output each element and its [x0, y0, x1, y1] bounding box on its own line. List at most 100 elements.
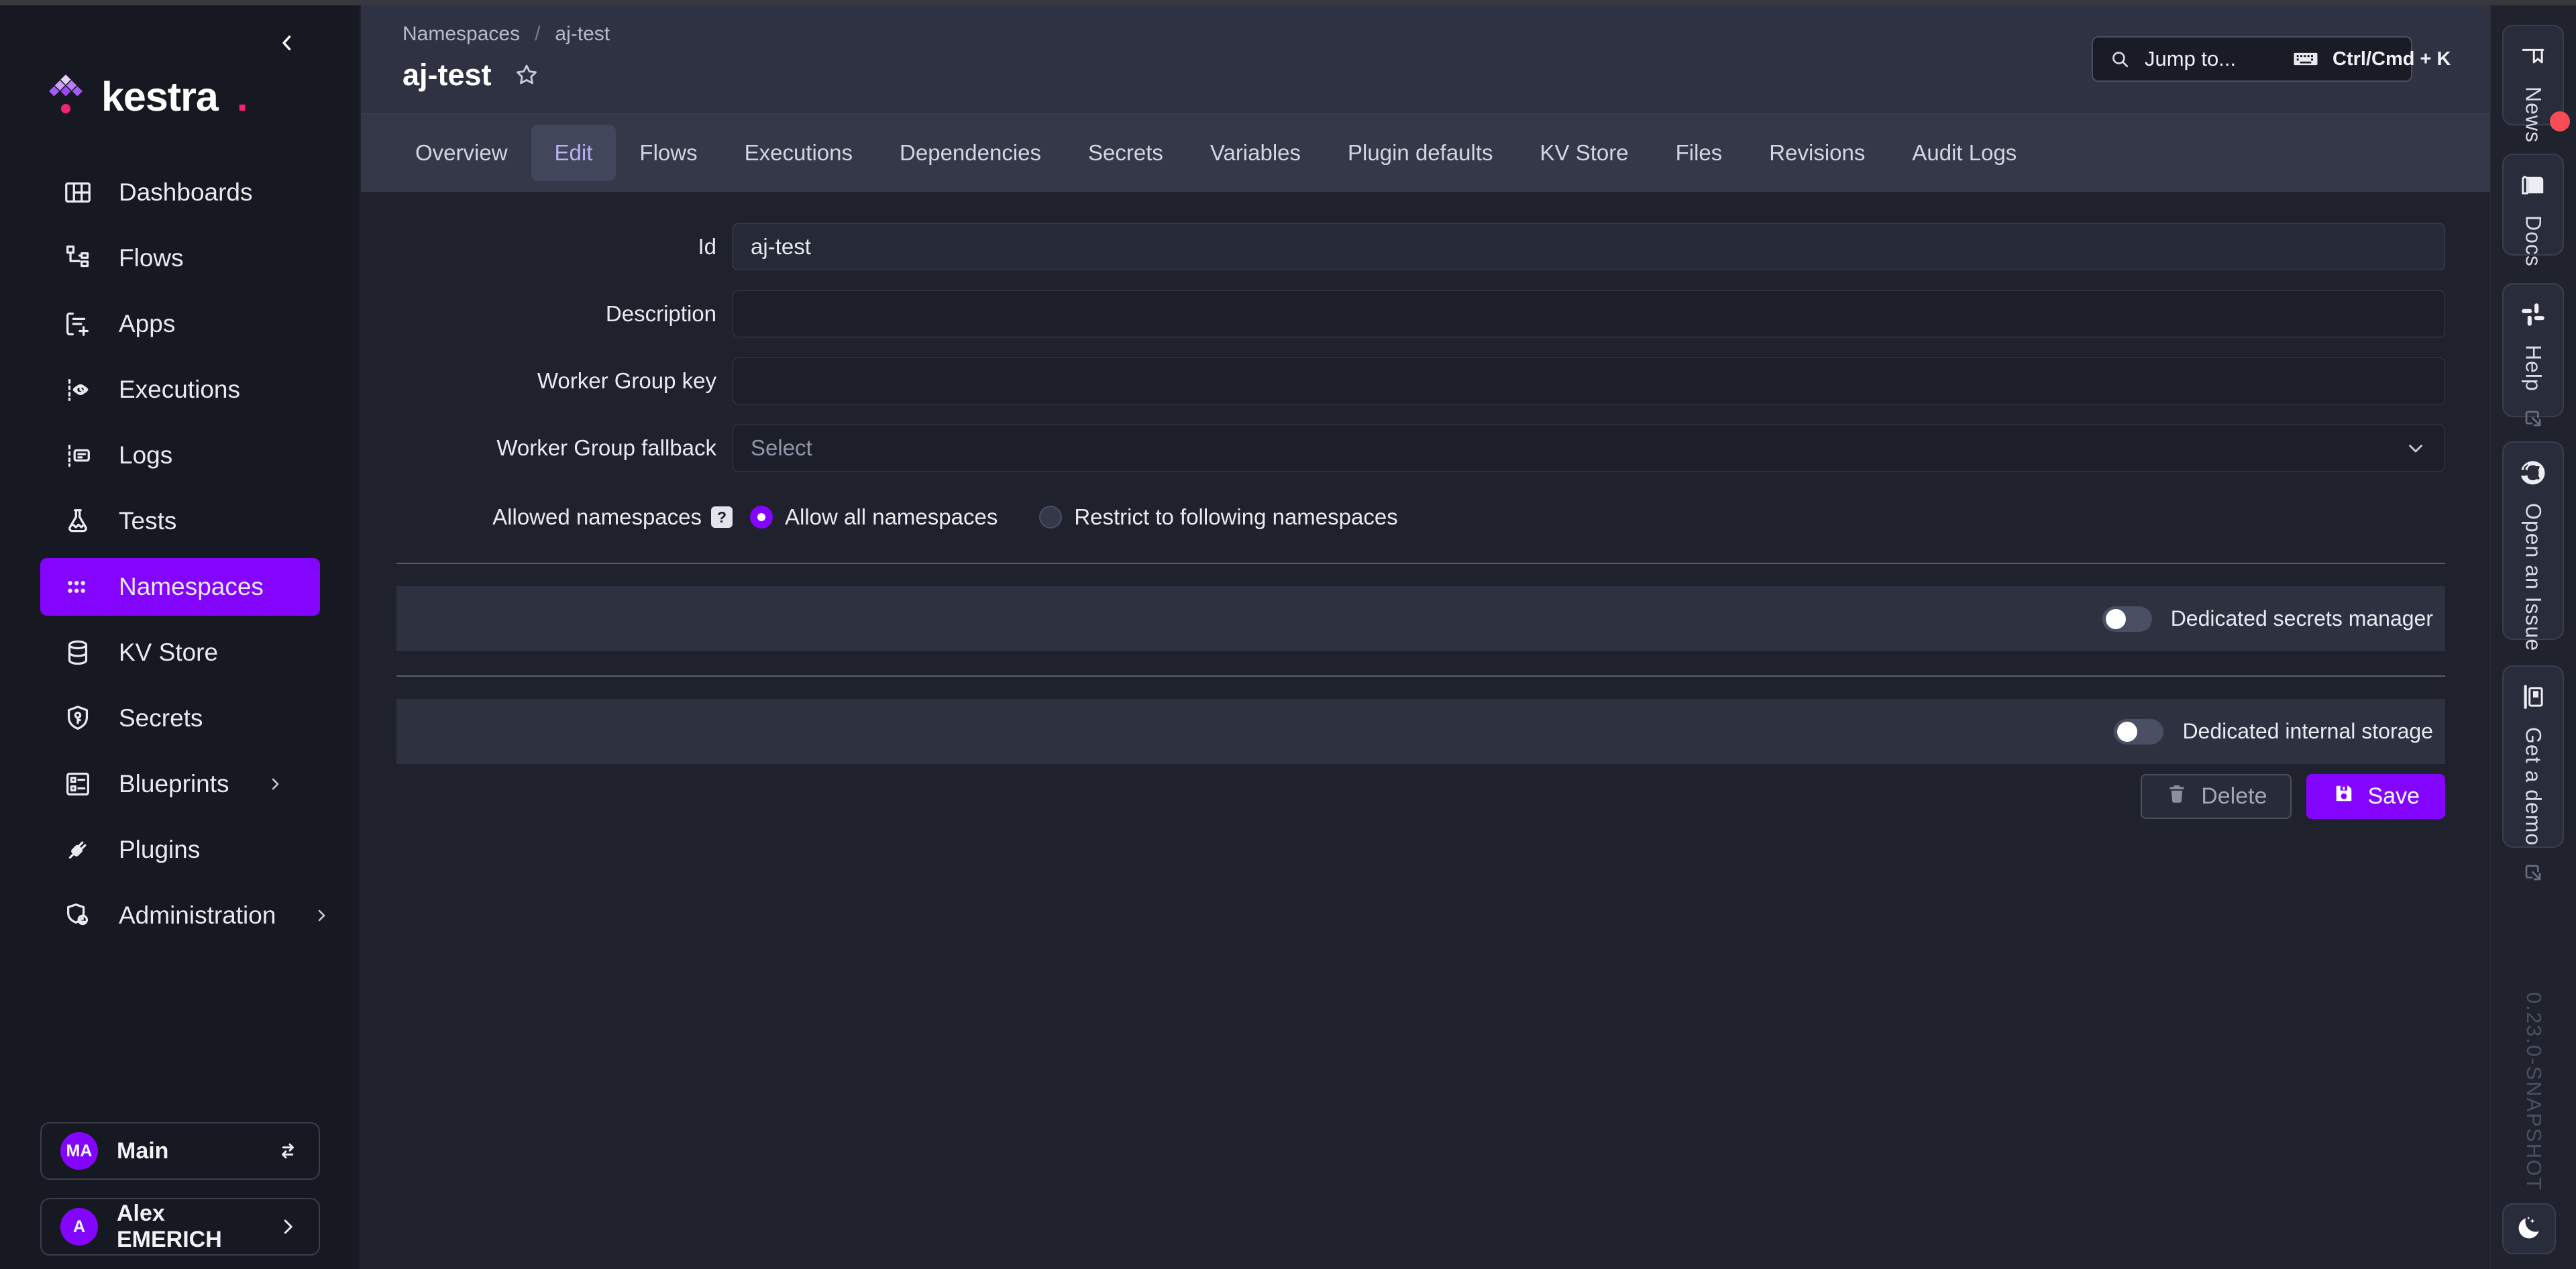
tab-flows[interactable]: Flows: [616, 125, 720, 181]
sidebar-item-apps[interactable]: Apps: [40, 295, 320, 353]
kestra-logo-icon: [49, 74, 83, 120]
secrets-icon: [62, 703, 93, 734]
section-divider: [396, 563, 2445, 564]
radio-restrict-namespaces[interactable]: Restrict to following namespaces: [1039, 504, 1397, 530]
tenant-switcher[interactable]: MA Main: [40, 1122, 320, 1180]
rail-help-button[interactable]: Help: [2502, 283, 2564, 417]
rail-docs-button[interactable]: Docs: [2502, 154, 2564, 256]
sidebar-item-administration[interactable]: Administration: [40, 887, 320, 944]
title-row: aj-test: [402, 58, 540, 93]
id-field[interactable]: [751, 234, 2427, 260]
sidebar-item-secrets[interactable]: Secrets: [40, 689, 320, 747]
delete-button[interactable]: Delete: [2141, 774, 2291, 819]
radio-allow-all-namespaces[interactable]: Allow all namespaces: [750, 504, 998, 530]
sidebar-item-blueprints[interactable]: Blueprints: [40, 755, 320, 813]
tab-variables[interactable]: Variables: [1187, 125, 1324, 181]
moon-icon: [2514, 1213, 2544, 1245]
tab-executions[interactable]: Executions: [721, 125, 876, 181]
search-icon: [2109, 48, 2131, 70]
id-field-wrap: [733, 223, 2445, 270]
sidebar-item-kv-store[interactable]: KV Store: [40, 624, 320, 681]
chevron-right-icon: [276, 1215, 300, 1239]
radio-selected-icon: [750, 506, 773, 529]
sidebar-collapse-button[interactable]: [270, 25, 305, 60]
dashboards-icon: [62, 177, 93, 208]
form-row-id: Id: [396, 223, 2445, 270]
sidebar-item-tests[interactable]: Tests: [40, 492, 320, 550]
dedicated-secrets-manager-label: Dedicated secrets manager: [2171, 606, 2433, 631]
kv-store-icon: [62, 637, 93, 668]
theme-toggle-button[interactable]: [2502, 1203, 2556, 1254]
chevron-left-icon: [276, 32, 299, 54]
external-link-icon: [2522, 862, 2544, 883]
sidebar-item-executions[interactable]: Executions: [40, 361, 320, 419]
tab-files[interactable]: Files: [1652, 125, 1746, 181]
form-row-worker-group-fallback: Worker Group fallback Select: [396, 425, 2445, 472]
sidebar-item-label: KV Store: [119, 639, 218, 667]
allowed-namespaces-label: Allowed namespaces: [492, 504, 702, 530]
breadcrumb-current[interactable]: aj-test: [555, 23, 610, 46]
sidebar-item-logs[interactable]: Logs: [40, 427, 320, 484]
description-label: Description: [396, 301, 733, 327]
rail-get-demo-label: Get a demo: [2521, 727, 2546, 846]
delete-button-label: Delete: [2201, 783, 2267, 810]
tab-overview[interactable]: Overview: [392, 125, 531, 181]
sidebar-item-label: Namespaces: [119, 573, 264, 601]
namespaces-icon: [62, 571, 93, 602]
sidebar-item-label: Executions: [119, 376, 240, 404]
sidebar-item-flows[interactable]: Flows: [40, 229, 320, 287]
apps-icon: [62, 309, 93, 339]
sidebar-item-namespaces[interactable]: Namespaces: [40, 558, 320, 616]
executions-icon: [62, 374, 93, 405]
user-label: Alex EMERICH: [117, 1201, 257, 1253]
rail-news-label: News: [2521, 87, 2546, 143]
search-input[interactable]: [2145, 47, 2279, 71]
dedicated-secrets-manager-toggle[interactable]: [2102, 606, 2152, 632]
user-menu[interactable]: A Alex EMERICH: [40, 1198, 320, 1256]
sidebar-item-label: Administration: [119, 901, 276, 930]
sidebar-item-plugins[interactable]: Plugins: [40, 821, 320, 879]
worker-group-fallback-label: Worker Group fallback: [396, 435, 733, 461]
tab-revisions[interactable]: Revisions: [1746, 125, 1888, 181]
tab-dependencies[interactable]: Dependencies: [876, 125, 1065, 181]
save-icon: [2332, 781, 2356, 812]
app-root: kestra. Dashboards Flows Apps Executions: [0, 0, 2576, 1269]
tab-secrets[interactable]: Secrets: [1065, 125, 1187, 181]
star-icon[interactable]: [513, 62, 540, 89]
worker-group-key-field[interactable]: [751, 368, 2427, 394]
tab-edit[interactable]: Edit: [531, 125, 616, 181]
page-header: Namespaces / aj-test aj-test Ctrl/Cmd + …: [361, 5, 2490, 113]
sidebar-item-dashboards[interactable]: Dashboards: [40, 164, 320, 221]
worker-group-fallback-select[interactable]: Select: [733, 425, 2445, 472]
rail-help-label: Help: [2521, 345, 2546, 392]
sidebar-item-label: Plugins: [119, 836, 200, 864]
swap-icon: [276, 1139, 300, 1163]
tab-plugin-defaults[interactable]: Plugin defaults: [1324, 125, 1516, 181]
edit-form: Id Description Worker Group key Worker G…: [361, 192, 2490, 1269]
breadcrumb-namespaces[interactable]: Namespaces: [402, 23, 520, 46]
rail-news-button[interactable]: News: [2502, 25, 2564, 125]
rail-open-issue-button[interactable]: Open an Issue: [2502, 441, 2564, 640]
rail-open-issue-label: Open an Issue: [2521, 503, 2546, 651]
help-icon[interactable]: ?: [711, 506, 733, 528]
flows-icon: [62, 243, 93, 274]
rail-get-demo-button[interactable]: Get a demo: [2502, 665, 2564, 848]
save-button[interactable]: Save: [2306, 774, 2446, 819]
radio-label: Restrict to following namespaces: [1074, 504, 1397, 530]
tests-icon: [62, 506, 93, 537]
sidebar-item-label: Dashboards: [119, 178, 253, 207]
rail-docs-label: Docs: [2521, 215, 2546, 267]
kestra-logo[interactable]: kestra.: [49, 72, 248, 121]
description-field[interactable]: [751, 301, 2427, 327]
id-label: Id: [396, 234, 733, 260]
tab-kv-store[interactable]: KV Store: [1517, 125, 1652, 181]
tab-audit-logs[interactable]: Audit Logs: [1888, 125, 2040, 181]
dedicated-internal-storage-toggle[interactable]: [2114, 719, 2163, 744]
sidebar: kestra. Dashboards Flows Apps Executions: [0, 5, 360, 1269]
breadcrumb: Namespaces / aj-test: [402, 23, 610, 46]
global-search[interactable]: Ctrl/Cmd + K: [2092, 36, 2412, 82]
sidebar-nav: Dashboards Flows Apps Executions Logs Te…: [0, 164, 360, 952]
sidebar-item-label: Flows: [119, 244, 184, 272]
breadcrumb-separator: /: [535, 23, 540, 46]
radio-label: Allow all namespaces: [785, 504, 998, 530]
